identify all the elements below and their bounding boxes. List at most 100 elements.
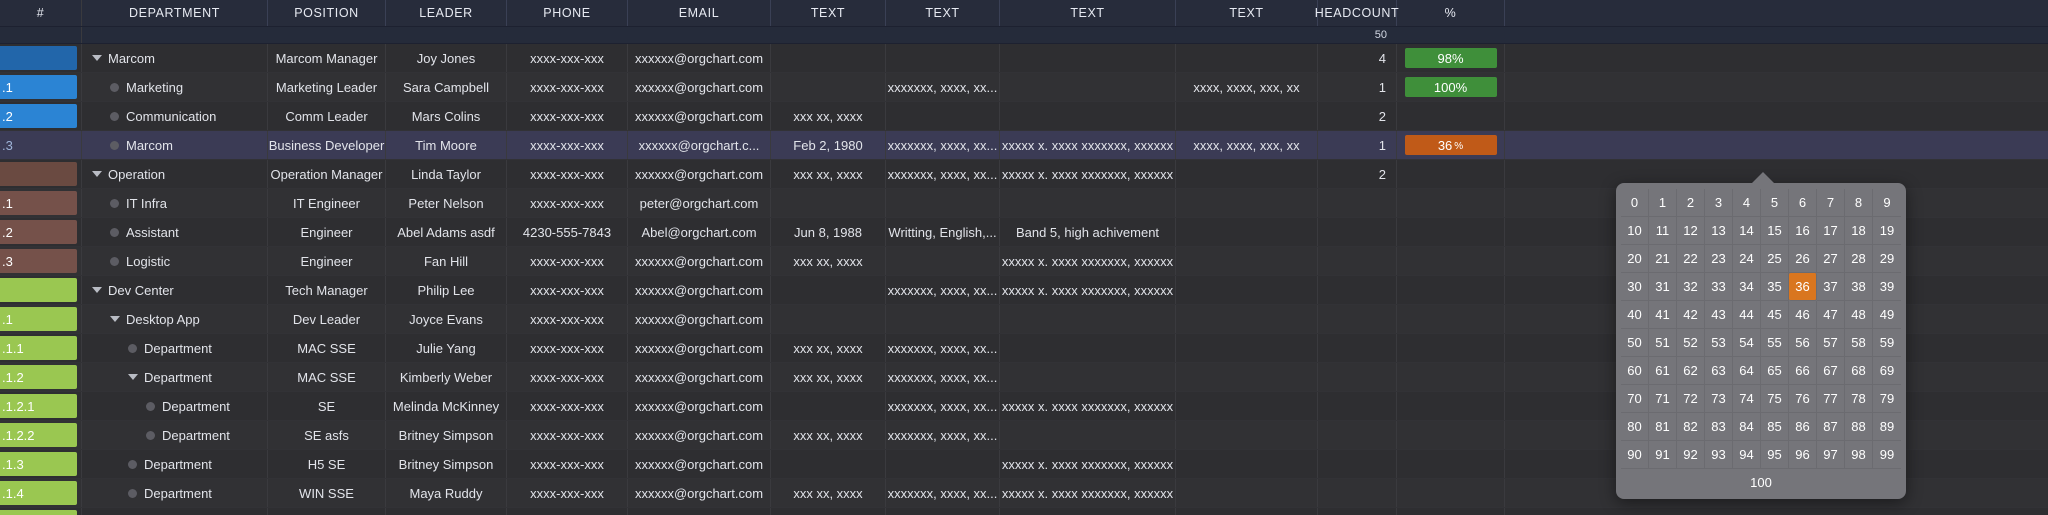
column-header-idx[interactable]: # xyxy=(0,0,82,26)
email-cell[interactable]: xxxxxx@orgchart.com xyxy=(628,73,771,101)
number-picker-cell[interactable]: 31 xyxy=(1649,273,1677,301)
position-cell[interactable]: Marcom Manager xyxy=(268,44,386,72)
number-picker-cell[interactable]: 80 xyxy=(1621,413,1649,441)
number-picker-cell[interactable]: 54 xyxy=(1733,329,1761,357)
headcount-cell[interactable] xyxy=(1318,479,1397,507)
percent-cell[interactable] xyxy=(1397,479,1505,507)
email-cell[interactable]: xxxxxx@orgchart.com xyxy=(628,160,771,188)
number-picker-cell[interactable]: 73 xyxy=(1705,385,1733,413)
text1-cell[interactable]: xxx xx, xxxx xyxy=(771,160,886,188)
text3-cell[interactable] xyxy=(1000,44,1176,72)
percent-cell[interactable] xyxy=(1397,421,1505,449)
headcount-cell[interactable] xyxy=(1318,305,1397,333)
percent-cell[interactable] xyxy=(1397,247,1505,275)
row-index-cell[interactable] xyxy=(0,276,82,304)
headcount-cell[interactable] xyxy=(1318,421,1397,449)
column-header-t1[interactable]: TEXT xyxy=(771,0,886,26)
leader-cell[interactable]: Maya Ruddy xyxy=(386,479,507,507)
row-index-cell[interactable] xyxy=(0,508,82,515)
row-index-cell[interactable]: .1.4 xyxy=(0,479,82,507)
text1-cell[interactable] xyxy=(771,73,886,101)
department-cell[interactable] xyxy=(82,508,268,515)
headcount-cell[interactable]: 1 xyxy=(1318,73,1397,101)
text4-cell[interactable] xyxy=(1176,421,1318,449)
headcount-cell[interactable] xyxy=(1318,508,1397,515)
text1-cell[interactable]: Feb 2, 1980 xyxy=(771,131,886,159)
text3-cell[interactable]: xxxxx x. xxxx xxxxxxx, xxxxxx xyxy=(1000,276,1176,304)
number-picker-cell[interactable]: 8 xyxy=(1845,189,1873,217)
text1-cell[interactable] xyxy=(771,189,886,217)
number-picker-cell[interactable]: 83 xyxy=(1705,413,1733,441)
number-picker-cell[interactable]: 98 xyxy=(1845,441,1873,469)
tree-expand-triangle-icon[interactable] xyxy=(92,55,102,61)
row-index-cell[interactable]: .1.2.1 xyxy=(0,392,82,420)
text4-cell[interactable] xyxy=(1176,276,1318,304)
text3-cell[interactable]: xxxxx x. xxxx xxxxxxx, xxxxxx xyxy=(1000,247,1176,275)
number-picker-cell[interactable]: 90 xyxy=(1621,441,1649,469)
position-cell[interactable]: MAC SSE xyxy=(268,363,386,391)
number-picker-cell[interactable]: 74 xyxy=(1733,385,1761,413)
percent-cell[interactable]: 36% xyxy=(1397,131,1505,159)
percent-cell[interactable] xyxy=(1397,334,1505,362)
number-picker-cell[interactable]: 0 xyxy=(1621,189,1649,217)
position-cell[interactable] xyxy=(268,508,386,515)
leader-cell[interactable]: Britney Simpson xyxy=(386,450,507,478)
number-picker-cell[interactable]: 50 xyxy=(1621,329,1649,357)
text4-cell[interactable] xyxy=(1176,305,1318,333)
column-header-head[interactable]: HEADCOUNT xyxy=(1315,0,1399,26)
number-picker-cell[interactable]: 97 xyxy=(1817,441,1845,469)
tree-leaf-dot-icon[interactable] xyxy=(146,401,155,411)
text4-cell[interactable] xyxy=(1176,363,1318,391)
text4-cell[interactable] xyxy=(1176,44,1318,72)
text4-cell[interactable] xyxy=(1176,189,1318,217)
phone-cell[interactable]: xxxx-xxx-xxx xyxy=(507,44,628,72)
text2-cell[interactable]: xxxxxxx, xxxx, xx... xyxy=(886,131,1000,159)
column-header-pct[interactable]: % xyxy=(1397,0,1505,26)
headcount-cell[interactable] xyxy=(1318,247,1397,275)
position-cell[interactable]: WIN SSE xyxy=(268,479,386,507)
email-cell[interactable]: xxxxxx@orgchart.com xyxy=(628,102,771,130)
text2-cell[interactable] xyxy=(886,189,1000,217)
number-picker-cell[interactable]: 46 xyxy=(1789,301,1817,329)
text3-cell[interactable]: xxxxx x. xxxx xxxxxxx, xxxxxx xyxy=(1000,479,1176,507)
tree-expand-triangle-icon[interactable] xyxy=(92,171,102,177)
text1-cell[interactable]: Jun 8, 1988 xyxy=(771,218,886,246)
text1-cell[interactable]: xxx xx, xxxx xyxy=(771,247,886,275)
text2-cell[interactable]: xxxxxxx, xxxx, xx... xyxy=(886,73,1000,101)
number-picker-cell[interactable]: 7 xyxy=(1817,189,1845,217)
position-cell[interactable]: H5 SE xyxy=(268,450,386,478)
email-cell[interactable]: xxxxxx@orgchart.com xyxy=(628,392,771,420)
text4-cell[interactable] xyxy=(1176,218,1318,246)
phone-cell[interactable]: 4230-555-7843 xyxy=(507,218,628,246)
number-picker-cell[interactable]: 40 xyxy=(1621,301,1649,329)
percent-cell[interactable] xyxy=(1397,276,1505,304)
number-picker-cell[interactable]: 81 xyxy=(1649,413,1677,441)
position-cell[interactable]: Tech Manager xyxy=(268,276,386,304)
text1-cell[interactable]: xxx xx, xxxx xyxy=(771,363,886,391)
text3-cell[interactable]: Band 5, high achivement xyxy=(1000,218,1176,246)
row-index-cell[interactable]: .2 xyxy=(0,102,82,130)
position-cell[interactable]: Engineer xyxy=(268,218,386,246)
number-picker-cell[interactable]: 11 xyxy=(1649,217,1677,245)
text3-cell[interactable]: xxxxx x. xxxx xxxxxxx, xxxxxx xyxy=(1000,160,1176,188)
department-cell[interactable]: Department xyxy=(82,450,268,478)
text3-cell[interactable]: xxxxx x. xxxx xxxxxxx, xxxxxx xyxy=(1000,131,1176,159)
number-picker-cell[interactable]: 86 xyxy=(1789,413,1817,441)
number-picker-cell[interactable]: 92 xyxy=(1677,441,1705,469)
tree-leaf-dot-icon[interactable] xyxy=(110,198,119,208)
number-picker-cell[interactable]: 4 xyxy=(1733,189,1761,217)
text3-cell[interactable] xyxy=(1000,363,1176,391)
phone-cell[interactable]: xxxx-xxx-xxx xyxy=(507,102,628,130)
phone-cell[interactable]: xxxx-xxx-xxx xyxy=(507,421,628,449)
number-picker-cell[interactable]: 91 xyxy=(1649,441,1677,469)
text4-cell[interactable] xyxy=(1176,392,1318,420)
row-index-cell[interactable]: .1 xyxy=(0,73,82,101)
position-cell[interactable]: Operation Manager xyxy=(268,160,386,188)
phone-cell[interactable]: xxxx-xxx-xxx xyxy=(507,479,628,507)
number-picker-cell[interactable]: 96 xyxy=(1789,441,1817,469)
number-picker-cell[interactable]: 78 xyxy=(1845,385,1873,413)
email-cell[interactable]: xxxxxx@orgchart.com xyxy=(628,247,771,275)
row-index-cell[interactable]: .1.1 xyxy=(0,334,82,362)
percent-cell[interactable] xyxy=(1397,160,1505,188)
number-picker-cell[interactable]: 88 xyxy=(1845,413,1873,441)
